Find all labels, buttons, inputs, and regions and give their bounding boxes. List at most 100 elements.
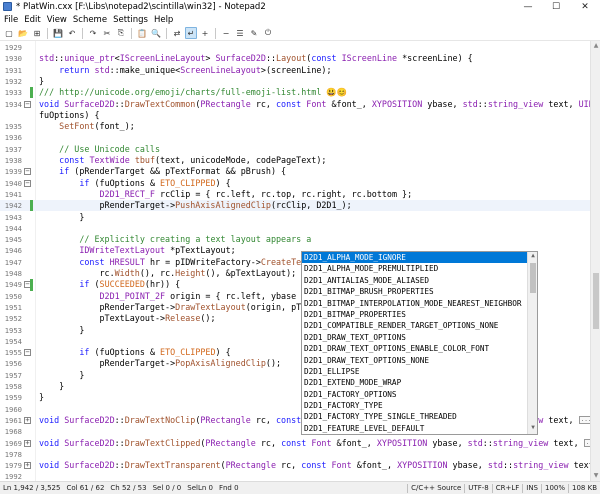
change-history-marker <box>30 279 33 291</box>
code-line[interactable]: 1936 <box>0 132 590 143</box>
cut-icon[interactable]: ✂ <box>101 27 113 39</box>
line-number: 1969 <box>4 438 22 448</box>
menu-file[interactable]: File <box>3 15 23 25</box>
line-number: 1932 <box>4 76 22 86</box>
line-number: 1935 <box>4 122 22 132</box>
autocomplete-item[interactable]: D2D1_BITMAP_PROPERTIES <box>302 309 537 320</box>
notepad2-app-icon[interactable] <box>3 2 12 11</box>
scroll-down-icon[interactable]: ▼ <box>528 424 537 434</box>
fold-collapse-icon[interactable]: − <box>24 349 31 357</box>
code-text: const HRESULT hr = pIDWriteFactory->Crea… <box>79 256 312 267</box>
zoom-in-icon[interactable]: + <box>199 27 211 39</box>
code-line[interactable]: 1941 D2D1_RECT_F rcClip = { rc.left, rc.… <box>0 189 590 200</box>
autocomplete-item[interactable]: D2D1_ANTIALIAS_MODE_ALIASED <box>302 275 537 286</box>
menu-edit[interactable]: Edit <box>23 15 45 25</box>
menu-scheme[interactable]: Scheme <box>72 15 112 25</box>
close-button[interactable]: ✕ <box>570 0 600 13</box>
open-file-icon[interactable]: 📂 <box>17 27 29 39</box>
customize-schemes-icon[interactable]: ✎ <box>248 27 260 39</box>
code-line[interactable]: 1945 // Explicitly creating a text layou… <box>0 234 590 245</box>
code-line[interactable]: 1933 /// http://unicode.org/emoji/charts/… <box>0 87 590 99</box>
code-line[interactable]: 1938 const TextWide tbuf(text, unicodeMo… <box>0 155 590 166</box>
code-line[interactable]: 1943 } <box>0 212 590 223</box>
code-line[interactable]: 1944 <box>0 223 590 234</box>
status-column: Col 61 / 62 <box>66 484 105 492</box>
autocomplete-item[interactable]: D2D1_DRAW_TEXT_OPTIONS_ENABLE_COLOR_FONT <box>302 343 537 354</box>
code-text: std::unique_ptr<IScreenLineLayout> Surfa… <box>39 53 473 64</box>
code-line[interactable]: 1940− if (fuOptions & ETO_CLIPPED) { <box>0 178 590 189</box>
code-line[interactable]: 1939− if (pRenderTarget && pTextFormat &… <box>0 166 590 177</box>
status-encoding[interactable]: UTF-8 <box>465 484 491 492</box>
autocomplete-item[interactable]: D2D1_ELLIPSE <box>302 366 537 377</box>
status-scheme[interactable]: C/C++ Source <box>408 484 464 492</box>
vertical-scrollbar[interactable]: ▲ ▼ <box>590 41 600 481</box>
status-eol[interactable]: CR+LF <box>493 484 523 492</box>
autocomplete-item[interactable]: D2D1_EXTEND_MODE_WRAP <box>302 377 537 388</box>
code-line[interactable]: 1935 SetFont(font_); <box>0 121 590 132</box>
redo-icon[interactable]: ↷ <box>87 27 99 39</box>
autocomplete-item[interactable]: D2D1_FACTORY_TYPE <box>302 400 537 411</box>
code-editor[interactable]: 1929 1930 std::unique_ptr<IScreenLineLayou… <box>0 41 590 481</box>
menu-help[interactable]: Help <box>153 15 178 25</box>
line-number: 1936 <box>4 133 22 143</box>
fold-collapse-icon[interactable]: − <box>24 179 31 187</box>
autocomplete-item[interactable]: D2D1_FACTORY_TYPE_SINGLE_THREADED <box>302 411 537 422</box>
autocomplete-item[interactable]: D2D1_ALPHA_MODE_IGNORE <box>302 252 537 264</box>
scroll-up-icon[interactable]: ▲ <box>591 41 600 51</box>
fold-expand-icon[interactable]: + <box>24 439 31 447</box>
scroll-thumb[interactable] <box>593 273 599 329</box>
paste-icon[interactable]: 📋 <box>136 27 148 39</box>
fold-collapse-icon[interactable]: − <box>24 168 31 176</box>
status-zoom[interactable]: 100% <box>542 484 568 492</box>
line-number: 1941 <box>4 189 22 199</box>
code-line[interactable]: 1969 + void SurfaceD2D::DrawTextClipped(PR… <box>0 438 590 449</box>
minimize-button[interactable]: — <box>514 0 542 13</box>
line-number: 1942 <box>4 201 22 211</box>
autocomplete-item[interactable]: D2D1_DRAW_TEXT_OPTIONS <box>302 332 537 343</box>
status-insert-mode[interactable]: INS <box>523 484 541 492</box>
code-line[interactable]: 1930 std::unique_ptr<IScreenLineLayout> S… <box>0 53 590 64</box>
exit-icon[interactable]: ⏻ <box>262 27 274 39</box>
autocomplete-item[interactable]: D2D1_COMPATIBLE_RENDER_TARGET_OPTIONS_NO… <box>302 320 537 331</box>
code-text: if (fuOptions & ETO_CLIPPED) { <box>79 347 231 358</box>
maximize-button[interactable]: ☐ <box>542 0 570 13</box>
autocomplete-list[interactable]: D2D1_ALPHA_MODE_IGNORE D2D1_ALPHA_MODE_PR… <box>301 251 538 435</box>
fold-expand-icon[interactable]: + <box>24 462 31 470</box>
undo-icon[interactable]: ↶ <box>66 27 78 39</box>
save-icon[interactable]: 💾 <box>52 27 64 39</box>
new-file-icon[interactable]: ▢ <box>3 27 15 39</box>
autocomplete-scrollbar[interactable]: ▲ ▼ <box>527 252 537 434</box>
code-line[interactable]: 1979 + void SurfaceD2D::DrawTextTransparen… <box>0 460 590 471</box>
code-line[interactable]: 1978 <box>0 449 590 460</box>
browse-icon[interactable]: ⊞ <box>31 27 43 39</box>
code-line[interactable]: 1937 // Use Unicode calls <box>0 144 590 155</box>
line-number: 1938 <box>4 156 22 165</box>
zoom-out-icon[interactable]: − <box>220 27 232 39</box>
code-line[interactable]: 1942 pRenderTarget->PushAxisAlignedClip(… <box>0 200 590 212</box>
copy-icon[interactable]: ⎘ <box>115 27 127 39</box>
code-line[interactable]: 1929 <box>0 42 590 53</box>
code-line[interactable]: 1934− void SurfaceD2D::DrawTextCommon(PRe… <box>0 99 590 110</box>
fold-collapse-icon[interactable]: − <box>24 100 31 108</box>
scroll-up-icon[interactable]: ▲ <box>528 252 537 262</box>
autocomplete-scroll-thumb[interactable] <box>530 263 536 293</box>
autocomplete-item[interactable]: D2D1_BITMAP_BRUSH_PROPERTIES <box>302 286 537 297</box>
autocomplete-item[interactable]: D2D1_FACTORY_OPTIONS <box>302 389 537 400</box>
scroll-down-icon[interactable]: ▼ <box>591 471 600 481</box>
find-icon[interactable]: 🔍 <box>150 27 162 39</box>
code-line[interactable]: 1932} <box>0 76 590 87</box>
code-text: } <box>39 211 85 222</box>
menu-settings[interactable]: Settings <box>112 15 153 25</box>
code-line[interactable]: 1931 return std::make_unique<ScreenLineL… <box>0 65 590 76</box>
autocomplete-item[interactable]: D2D1_BITMAP_INTERPOLATION_MODE_NEAREST_N… <box>302 298 537 309</box>
autocomplete-item[interactable]: D2D1_ALPHA_MODE_PREMULTIPLIED <box>302 263 537 274</box>
replace-icon[interactable]: ⇄ <box>171 27 183 39</box>
word-wrap-icon[interactable]: ↵ <box>185 27 197 39</box>
code-line[interactable]: 1992 <box>0 471 590 481</box>
code-line[interactable]: fuOptions) { <box>0 110 590 121</box>
menu-view[interactable]: View <box>46 15 72 25</box>
fold-expand-icon[interactable]: + <box>24 416 31 424</box>
scheme-icon[interactable]: ☰ <box>234 27 246 39</box>
autocomplete-item[interactable]: D2D1_DRAW_TEXT_OPTIONS_NONE <box>302 355 537 366</box>
autocomplete-item[interactable]: D2D1_FEATURE_LEVEL_DEFAULT <box>302 423 537 434</box>
